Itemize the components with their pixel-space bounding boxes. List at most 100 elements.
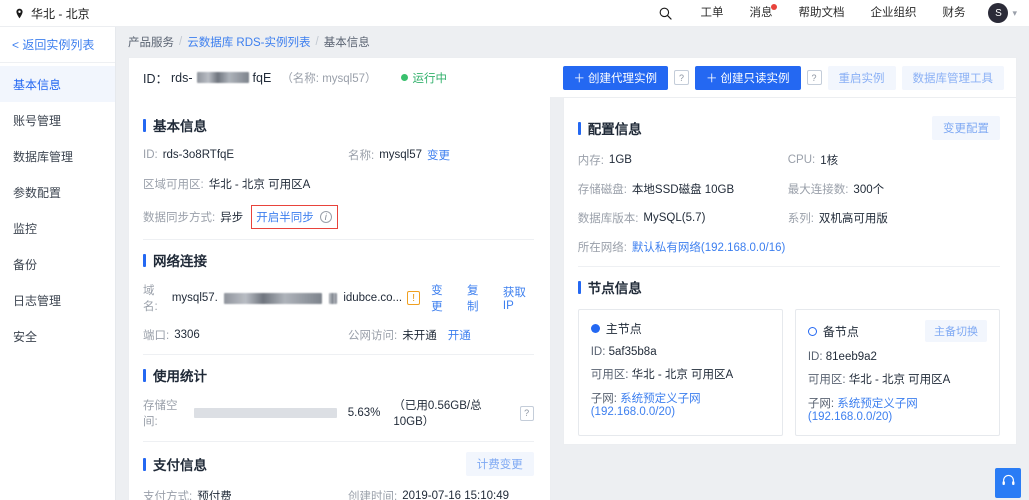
field-label: 系列: — [787, 213, 814, 225]
button-label: 创建只读实例 — [720, 72, 790, 85]
network-row-port: 端口: 3306 公网访问: 未开通 开通 — [143, 327, 534, 343]
node-title: 主节点 — [605, 322, 642, 336]
field-storage: 存储空间: 5.63% （已用0.56GB/总10GB） ? — [143, 397, 534, 429]
sidebar-item-basic-info[interactable]: 基本信息 — [0, 66, 115, 102]
sidebar-item-label: 账号管理 — [13, 113, 62, 128]
enable-public-access-link[interactable]: 开通 — [448, 327, 471, 343]
sidebar-item-label: 数据库管理 — [13, 149, 74, 164]
support-button[interactable] — [995, 468, 1021, 498]
field-db-version: 数据库版本: MySQL(5.7) — [578, 210, 788, 226]
sidebar-item-backup[interactable]: 备份 — [0, 246, 115, 282]
standby-node-dot-icon — [807, 326, 817, 336]
headset-icon — [1001, 473, 1016, 493]
status-badge: 运行中 — [400, 70, 447, 86]
create-proxy-instance-button[interactable]: ＋ 创建代理实例 — [562, 65, 668, 90]
user-menu[interactable]: S ▾ — [978, 3, 1021, 23]
sidebar-item-log-management[interactable]: 日志管理 — [0, 282, 115, 318]
nav-label: 财务 — [942, 6, 966, 19]
section-accent-bar — [143, 368, 146, 382]
network-row-domain: 域名: mysql57. idubce.co... ! 变更 复制 获取IP — [143, 282, 534, 314]
divider — [143, 441, 534, 442]
breadcrumb-item-products[interactable]: 产品服务 — [128, 34, 174, 50]
plus-icon: ＋ — [706, 72, 718, 85]
status-dot-icon — [400, 74, 408, 81]
breadcrumb-separator: / — [315, 36, 319, 48]
header-action-buttons: ＋ 创建代理实例 ? ＋ 创建只读实例 ? 重启实例 数据库管理工具 — [562, 65, 1004, 90]
nav-item-enterprise-org[interactable]: 企业组织 — [857, 0, 929, 27]
left-column: 基本信息 ID: rds-3o8RTfqE 名称: mysql57 变更 区域可… — [128, 97, 551, 500]
domain-get-ip-link[interactable]: 获取IP — [503, 284, 534, 312]
sidebar-item-monitoring[interactable]: 监控 — [0, 210, 115, 246]
warning-icon[interactable]: ! — [407, 291, 421, 305]
sidebar-item-label: 监控 — [13, 221, 38, 236]
readonly-help-icon[interactable]: ? — [806, 70, 822, 85]
breadcrumb-item-rds-list[interactable]: 云数据库 RDS-实例列表 — [187, 34, 310, 50]
section-title-payment: 支付信息 计费变更 — [143, 452, 534, 476]
search-icon[interactable] — [644, 6, 687, 21]
field-pay-method: 支付方式: 预付费 — [143, 488, 348, 500]
field-label: 创建时间: — [348, 491, 398, 500]
config-row-version-series: 数据库版本: MySQL(5.7) 系列: 双机高可用版 — [578, 210, 1000, 226]
field-value: 81eeb9a2 — [825, 351, 877, 363]
proxy-help-icon[interactable]: ? — [674, 70, 689, 85]
create-readonly-instance-button[interactable]: ＋ 创建只读实例 — [695, 65, 801, 90]
node-header: 主节点 — [590, 320, 770, 337]
info-circle-icon[interactable]: i — [319, 211, 332, 223]
field-value: 预付费 — [197, 491, 232, 500]
section-title-nodes: 节点信息 — [577, 277, 1000, 297]
node-row-id: ID: 81eeb9a2 — [808, 351, 987, 363]
field-value: 300个 — [853, 184, 885, 196]
field-label: 域名: — [143, 285, 158, 313]
field-label: 支付方式: — [143, 491, 193, 500]
storage-progress-bar — [194, 408, 337, 418]
basic-info-row-sync: 数据同步方式: 异步 开启半同步 i — [143, 205, 534, 229]
sidebar-item-security[interactable]: 安全 — [0, 318, 115, 354]
section-accent-bar — [143, 457, 146, 471]
nav-item-messages[interactable]: 消息 — [736, 0, 785, 27]
field-label: 端口: — [143, 330, 170, 342]
enable-semisync-link[interactable]: 开启半同步 — [256, 209, 314, 225]
divider — [577, 266, 1000, 267]
breadcrumb-separator: / — [179, 36, 183, 48]
change-name-link[interactable]: 变更 — [427, 147, 450, 163]
nav-item-work-order[interactable]: 工单 — [687, 0, 736, 27]
sidebar-item-account-management[interactable]: 账号管理 — [0, 102, 115, 138]
nav-label: 帮助文档 — [798, 6, 845, 19]
field-disk: 存储磁盘: 本地SSD磁盘 10GB — [578, 181, 788, 197]
field-label: 区域可用区: — [143, 179, 204, 191]
section-label: 网络连接 — [153, 254, 207, 269]
domain-copy-link[interactable]: 复制 — [467, 282, 488, 314]
redacted-domain-block — [223, 292, 323, 304]
nav-item-help-docs[interactable]: 帮助文档 — [785, 0, 857, 27]
field-domain: 域名: mysql57. idubce.co... ! 变更 复制 获取IP — [143, 282, 534, 314]
content-wrapper: ID： rds- fqE （名称: mysql57） 运行中 ＋ 创建代理实例 … — [116, 57, 1029, 500]
domain-change-link[interactable]: 变更 — [431, 282, 452, 314]
field-label: 可用区: — [590, 369, 629, 381]
redacted-domain-block-2 — [329, 292, 338, 304]
enable-semisync-highlight: 开启半同步 i — [251, 205, 338, 229]
sidebar-item-parameter-config[interactable]: 参数配置 — [0, 174, 115, 210]
storage-help-icon[interactable]: ? — [519, 405, 534, 421]
field-value: rds-3o8RTfqE — [162, 149, 235, 161]
nav-item-finance[interactable]: 财务 — [929, 0, 978, 27]
restart-instance-button[interactable]: 重启实例 — [827, 65, 896, 90]
payment-row-method: 支付方式: 预付费 创建时间: 2019-07-16 15:10:49 — [143, 488, 534, 500]
failover-switch-button[interactable]: 主备切换 — [925, 320, 987, 342]
region-selector[interactable]: 华北 - 北京 — [0, 5, 90, 22]
db-admin-tool-button[interactable]: 数据库管理工具 — [901, 65, 1004, 90]
field-zone: 区域可用区: 华北 - 北京 可用区A — [143, 176, 310, 192]
sidebar-item-database-management[interactable]: 数据库管理 — [0, 138, 115, 174]
billing-change-button[interactable]: 计费变更 — [465, 452, 534, 476]
field-value: MySQL(5.7) — [643, 212, 706, 224]
back-to-instance-list-link[interactable]: < 返回实例列表 — [0, 27, 115, 63]
vpc-link[interactable]: 默认私有网络(192.168.0.0/16) — [632, 239, 785, 255]
message-badge-dot — [771, 3, 778, 10]
domain-suffix: idubce.co... — [343, 292, 403, 304]
instance-name-text: （名称: mysql57） — [281, 72, 377, 85]
change-config-button[interactable]: 变更配置 — [932, 116, 1000, 140]
sidebar-menu: 基本信息 账号管理 数据库管理 参数配置 监控 备份 日志管理 安全 — [0, 63, 115, 354]
field-sync-mode: 数据同步方式: 异步 开启半同步 i — [143, 205, 338, 229]
section-accent-bar — [577, 280, 581, 294]
field-label: 存储空间: — [143, 400, 178, 428]
config-row-network: 所在网络: 默认私有网络(192.168.0.0/16) — [578, 239, 1000, 255]
